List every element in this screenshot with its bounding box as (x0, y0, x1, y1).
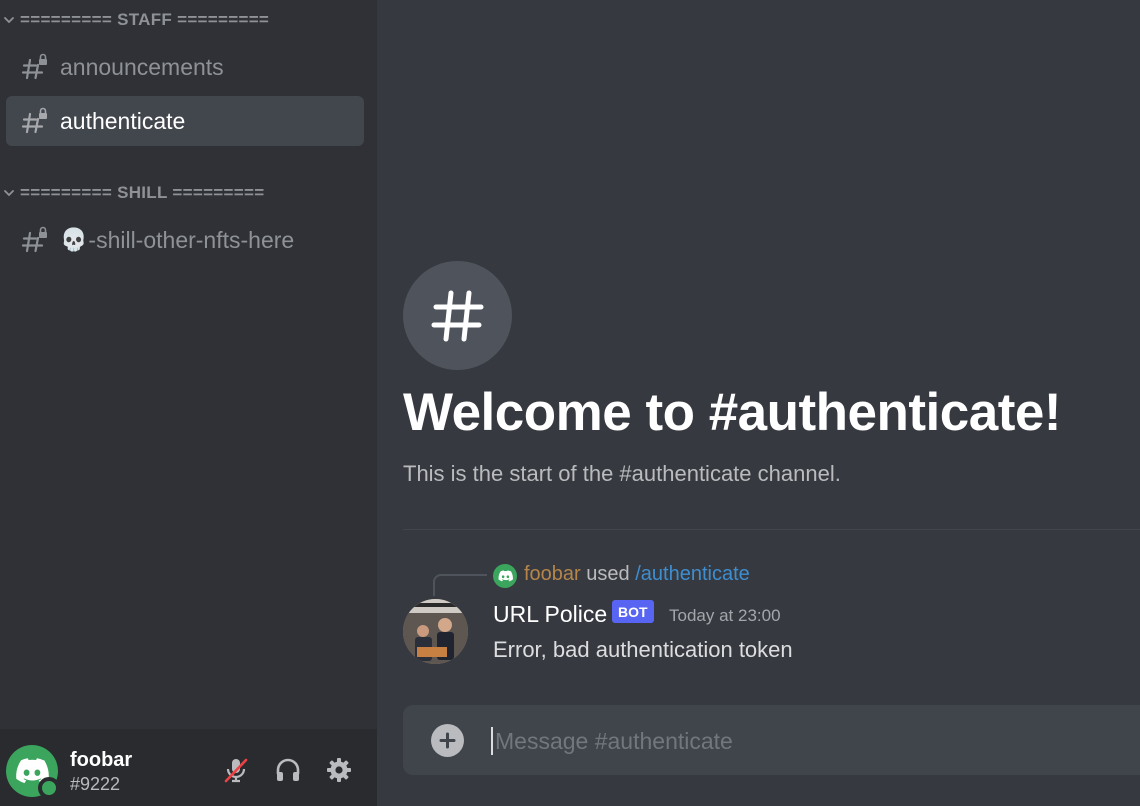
text-caret (491, 727, 493, 755)
message-content: Error, bad authentication token (493, 637, 793, 662)
username[interactable]: foobar (70, 749, 132, 772)
user-discriminator: #9222 (70, 774, 121, 794)
channel-authenticate[interactable]: authenticate (6, 96, 364, 146)
welcome-title: Welcome to #authenticate! (403, 383, 1062, 442)
message-timestamp: Today at 23:00 (669, 606, 781, 625)
bot-tag: BOT (612, 600, 654, 623)
channel-name: announcements (60, 53, 224, 80)
reply-connector (433, 574, 487, 596)
reply-avatar[interactable] (493, 564, 517, 588)
mute-icon (224, 758, 248, 783)
channel-shill-other-nfts-here[interactable]: 💀 -shill-other-nfts-here (6, 215, 364, 265)
gear-icon (327, 758, 351, 782)
skull-emoji: 💀 (60, 227, 88, 253)
message-composer (403, 705, 1140, 775)
user-settings-button[interactable] (322, 753, 356, 787)
locked-hash-icon (21, 226, 47, 253)
chevron-down-icon (0, 11, 18, 29)
divider (403, 529, 1140, 530)
bot-avatar[interactable] (403, 599, 468, 664)
channel-sidebar: ========= STAFF ========= announcements … (0, 0, 377, 806)
deafen-button[interactable] (271, 753, 305, 787)
reply-command[interactable]: /authenticate (635, 563, 750, 585)
chevron-down-icon (0, 184, 18, 202)
chat-area: Welcome to #authenticate! This is the st… (377, 0, 1140, 806)
bot-avatar-image (403, 599, 468, 664)
interaction-reply: foobar used /authenticate (524, 563, 750, 586)
welcome-subtitle: This is the start of the #authenticate c… (403, 461, 841, 486)
category-staff[interactable]: ========= STAFF ========= (0, 8, 269, 32)
message-author[interactable]: URL Police (493, 601, 607, 628)
plus-icon (439, 732, 456, 749)
category-shill[interactable]: ========= SHILL ========= (0, 181, 264, 205)
channel-hash-badge (403, 261, 512, 370)
message-input[interactable] (495, 723, 1135, 759)
discord-logo-icon (498, 570, 513, 582)
channel-name: authenticate (60, 107, 186, 134)
mute-button[interactable] (219, 753, 253, 787)
reply-username[interactable]: foobar (524, 563, 581, 585)
locked-hash-icon (21, 53, 47, 80)
channel-announcements[interactable]: announcements (6, 42, 364, 92)
category-label: ========= STAFF ========= (20, 10, 270, 29)
add-attachment-button[interactable] (431, 724, 464, 757)
headphones-icon (276, 758, 300, 781)
user-panel: foobar #9222 (0, 729, 377, 806)
category-label: ========= SHILL ========= (20, 183, 265, 202)
reply-used-text: used (586, 563, 630, 585)
hash-icon (431, 290, 483, 341)
online-status-indicator (38, 777, 60, 799)
locked-hash-icon (21, 107, 47, 134)
channel-name: -shill-other-nfts-here (88, 226, 295, 253)
